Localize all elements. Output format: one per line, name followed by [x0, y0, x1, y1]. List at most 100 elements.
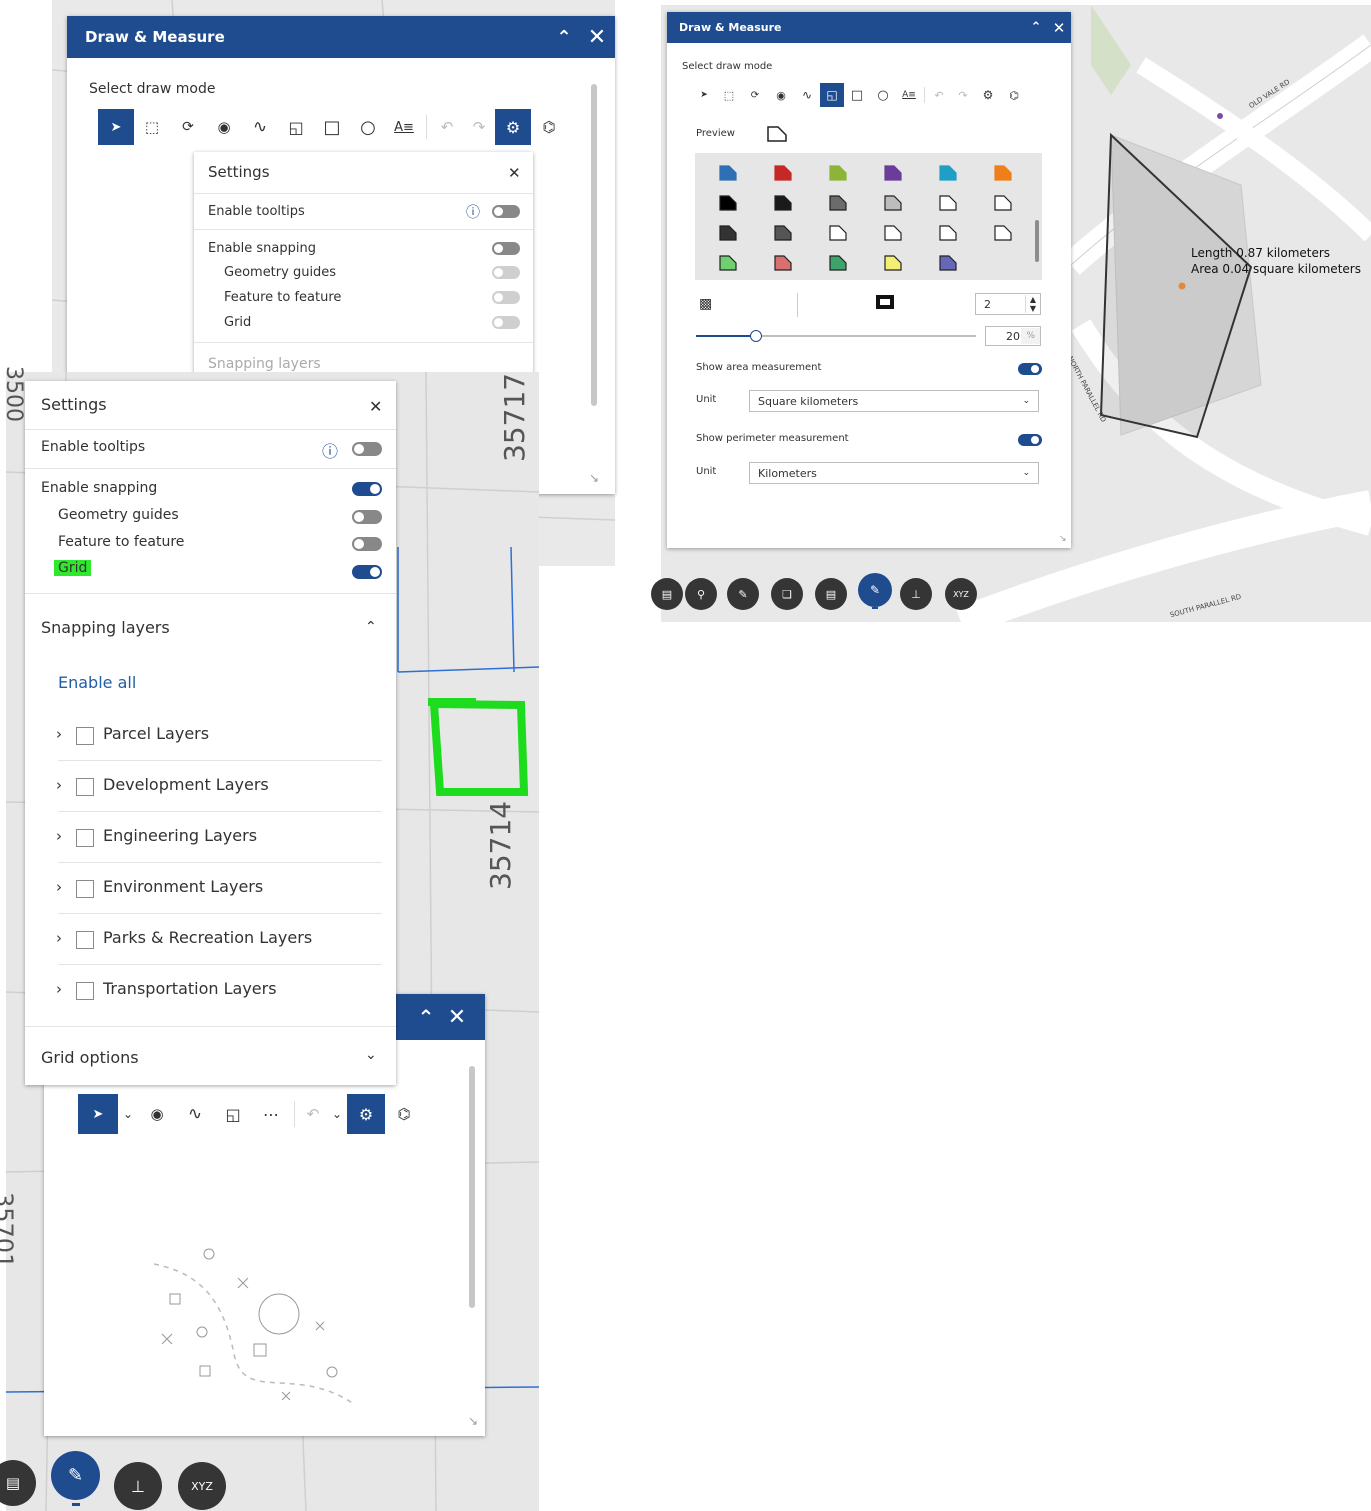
symbol-swatch[interactable]	[884, 255, 902, 271]
draw-measure-button[interactable]: ✎	[858, 573, 892, 607]
undo-icon[interactable]: ↶	[431, 109, 463, 145]
eraser-icon[interactable]: ⌬	[531, 109, 567, 145]
chevron-down-icon[interactable]: ⌄	[118, 1094, 138, 1134]
expand-chevron-icon[interactable]: ›	[56, 878, 62, 896]
eraser-icon[interactable]: ⌬	[385, 1094, 423, 1134]
settings-gear-icon[interactable]: ⚙	[495, 109, 531, 145]
symbol-swatch[interactable]	[829, 165, 847, 181]
text-icon[interactable]: A≡	[386, 109, 422, 145]
symbol-swatch[interactable]	[774, 255, 792, 271]
layer-checkbox[interactable]	[76, 982, 94, 1000]
rectangle-select-icon[interactable]: ⬚	[716, 83, 742, 107]
point-icon[interactable]: ◉	[206, 109, 242, 145]
grid-options-label[interactable]: Grid options	[41, 1048, 139, 1067]
fill-pattern-icon[interactable]: ▩	[699, 296, 712, 312]
settings-gear-icon[interactable]: ⚙	[975, 83, 1001, 107]
polyline-icon[interactable]: ∿	[794, 83, 820, 107]
polyline-icon[interactable]: ∿	[242, 109, 278, 145]
table-button[interactable]: ▤	[815, 578, 847, 610]
symbol-swatch[interactable]	[884, 165, 902, 181]
layer-checkbox[interactable]	[76, 931, 94, 949]
close-icon[interactable]: ✕	[579, 22, 615, 52]
enable-snapping-toggle[interactable]	[352, 482, 382, 496]
layer-list-button[interactable]: ▤	[651, 578, 683, 610]
symbol-swatch[interactable]	[829, 195, 847, 211]
area-unit-select[interactable]: Square kilometers ⌄	[749, 390, 1039, 412]
eraser-icon[interactable]: ⌬	[1001, 83, 1027, 107]
polygon-icon[interactable]: ◱	[820, 83, 844, 107]
point-icon[interactable]: ◉	[768, 83, 794, 107]
expand-chevron-icon[interactable]: ›	[56, 827, 62, 845]
symbol-swatch[interactable]	[939, 195, 957, 211]
select-features-button[interactable]: ✎	[727, 578, 759, 610]
snapping-layers-label[interactable]: Snapping layers	[41, 618, 170, 637]
enable-tooltips-toggle[interactable]	[352, 442, 382, 456]
rectangle-icon[interactable]: □	[314, 109, 350, 145]
symbol-swatch[interactable]	[994, 195, 1012, 211]
symbol-swatch[interactable]	[719, 165, 737, 181]
undo-icon[interactable]: ↶	[299, 1094, 327, 1134]
polyline-icon[interactable]: ∿	[176, 1094, 214, 1134]
opacity-slider-thumb[interactable]	[750, 330, 762, 342]
layer-checkbox[interactable]	[76, 778, 94, 796]
layer-checkbox[interactable]	[76, 829, 94, 847]
resize-handle-icon[interactable]: ↘	[1059, 534, 1067, 544]
symbol-swatch[interactable]	[774, 225, 792, 241]
symbol-swatch[interactable]	[829, 225, 847, 241]
select-tool-icon[interactable]: ➤	[98, 109, 134, 145]
geometry-guides-toggle[interactable]	[352, 510, 382, 524]
info-icon[interactable]: ⓘ	[322, 438, 338, 462]
chevron-down-icon[interactable]: ⌄	[327, 1094, 347, 1134]
close-icon[interactable]: ✕	[1047, 17, 1071, 39]
expand-chevron-icon[interactable]: ›	[56, 725, 62, 743]
stroke-width-input[interactable]: 2 ▲ ▼	[975, 293, 1041, 315]
xyz-button[interactable]: XYZ	[178, 1462, 226, 1510]
grid-toggle[interactable]	[352, 565, 382, 579]
symbol-swatch[interactable]	[829, 255, 847, 271]
rectangle-select-icon[interactable]: ⬚	[134, 109, 170, 145]
expand-chevron-icon[interactable]: ›	[56, 980, 62, 998]
enable-tooltips-toggle[interactable]	[492, 205, 520, 218]
resize-handle-icon[interactable]: ↘	[468, 1414, 478, 1428]
symbol-swatch[interactable]	[774, 165, 792, 181]
xyz-button[interactable]: XYZ	[945, 578, 977, 610]
text-icon[interactable]: A≡	[896, 83, 922, 107]
symbol-swatch[interactable]	[939, 165, 957, 181]
rectangle-icon[interactable]: □	[844, 83, 870, 107]
redo-icon[interactable]: ↷	[463, 109, 495, 145]
symbol-swatch[interactable]	[884, 195, 902, 211]
draw-measure-button[interactable]: ✎	[51, 1451, 100, 1500]
collapse-icon[interactable]: ⌃	[549, 22, 579, 52]
collapse-icon[interactable]: ⌃	[1025, 17, 1047, 39]
panel-scrollbar[interactable]	[591, 84, 597, 406]
gallery-scrollbar[interactable]	[1035, 220, 1039, 262]
select-tool-icon[interactable]: ➤	[692, 83, 716, 107]
geometry-guides-toggle[interactable]	[492, 266, 520, 279]
layer-checkbox[interactable]	[76, 880, 94, 898]
undo-icon[interactable]: ↶	[927, 83, 951, 107]
polygon-icon[interactable]: ◱	[214, 1094, 252, 1134]
symbol-swatch[interactable]	[719, 225, 737, 241]
coordinates-axes-button[interactable]: ⊥	[900, 578, 932, 610]
circle-icon[interactable]: ○	[870, 83, 896, 107]
opacity-input[interactable]: 20 %	[985, 326, 1041, 346]
edit-features-button[interactable]: ❏	[771, 578, 803, 610]
stepper-icon[interactable]: ▲ ▼	[1024, 295, 1040, 313]
redo-icon[interactable]: ↷	[951, 83, 975, 107]
polygon-icon[interactable]: ◱	[278, 109, 314, 145]
symbol-swatch[interactable]	[939, 225, 957, 241]
point-icon[interactable]: ◉	[138, 1094, 176, 1134]
more-icon[interactable]: ⋯	[252, 1094, 290, 1134]
settings-gear-icon[interactable]: ⚙	[347, 1094, 385, 1134]
select-tool-icon[interactable]: ➤	[78, 1094, 118, 1134]
show-perimeter-toggle[interactable]	[1018, 434, 1042, 446]
snapping-layers-label[interactable]: Snapping layers	[208, 356, 321, 372]
info-icon[interactable]: ⓘ	[466, 202, 480, 222]
resize-handle-icon[interactable]: ↘	[589, 471, 599, 485]
layer-checkbox[interactable]	[76, 727, 94, 745]
circle-icon[interactable]: ○	[350, 109, 386, 145]
coordinates-axes-button[interactable]: ⊥	[114, 1462, 162, 1510]
search-zoom-button[interactable]: ⚲	[685, 578, 717, 610]
panel-scrollbar[interactable]	[469, 1066, 475, 1308]
symbol-swatch[interactable]	[774, 195, 792, 211]
